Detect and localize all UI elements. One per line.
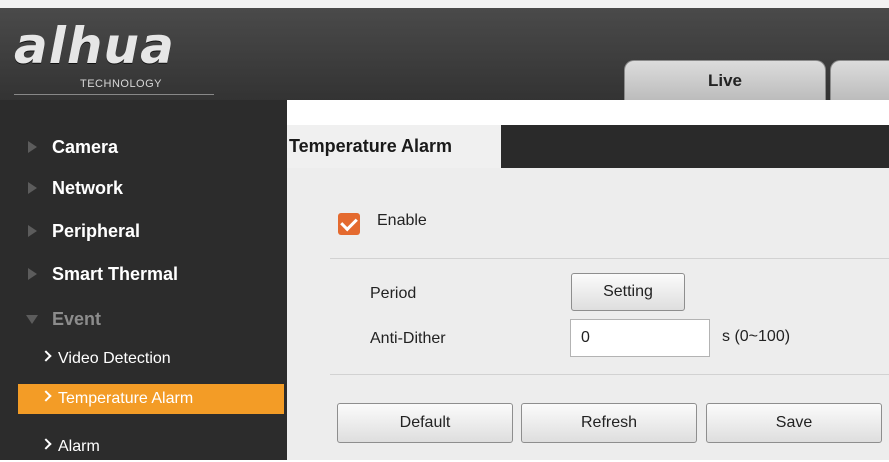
sidebar-item-label: Event (52, 308, 102, 329)
triangle-right-icon (28, 141, 37, 153)
logo-underline (14, 94, 214, 95)
refresh-button[interactable]: Refresh (521, 403, 697, 443)
sidebar-item-label: Network (52, 177, 124, 198)
dahua-logo: alhua TECHNOLOGY (14, 18, 254, 98)
sidebar-subitem-alarm[interactable]: Alarm (18, 432, 284, 462)
top-strip (0, 0, 889, 8)
sidebar-subitem-label: Temperature Alarm (58, 390, 194, 407)
sidebar-item-label: Camera (52, 136, 119, 157)
sidebar-subitem-label: Alarm (58, 438, 100, 455)
period-setting-button[interactable]: Setting (571, 273, 685, 311)
chevron-right-icon (40, 350, 52, 362)
triangle-down-icon (26, 314, 38, 324)
triangle-right-icon (28, 182, 37, 194)
triangle-right-icon (28, 225, 37, 237)
save-button[interactable]: Save (706, 403, 882, 443)
default-button[interactable]: Default (337, 403, 513, 443)
enable-label: Enable (377, 212, 427, 229)
enable-checkbox[interactable] (338, 213, 360, 235)
tab-next[interactable] (830, 60, 889, 100)
sidebar-subitem-video-detection[interactable]: Video Detection (18, 344, 284, 374)
chevron-right-icon (40, 438, 52, 450)
logo-subtitle: TECHNOLOGY (80, 78, 163, 90)
logo-text: alhua (14, 17, 175, 75)
anti-dither-unit: s (0~100) (722, 328, 791, 345)
anti-dither-input[interactable]: 0 (570, 319, 710, 357)
chevron-right-icon (40, 390, 52, 402)
sidebar-item-label: Smart Thermal (52, 263, 179, 284)
page-title: Temperature Alarm (287, 125, 501, 168)
sidebar: Camera Network Peripheral Smart Thermal … (0, 100, 287, 460)
sidebar-item-network[interactable]: Network (0, 171, 287, 205)
tab-live[interactable]: Live (624, 60, 826, 100)
divider (330, 374, 889, 375)
sidebar-item-label: Peripheral (52, 220, 141, 241)
triangle-right-icon (28, 268, 37, 280)
sidebar-item-peripheral[interactable]: Peripheral (0, 214, 287, 248)
period-label: Period (370, 285, 417, 302)
header: alhua TECHNOLOGY Live (0, 8, 889, 100)
sidebar-item-event[interactable]: Event (0, 302, 287, 336)
divider (330, 258, 889, 259)
anti-dither-label: Anti-Dither (370, 330, 446, 347)
sidebar-item-camera[interactable]: Camera (0, 130, 287, 164)
sidebar-subitem-temperature-alarm[interactable]: Temperature Alarm (18, 384, 284, 414)
sidebar-item-smart-thermal[interactable]: Smart Thermal (0, 257, 287, 291)
sidebar-subitem-label: Video Detection (58, 350, 171, 367)
